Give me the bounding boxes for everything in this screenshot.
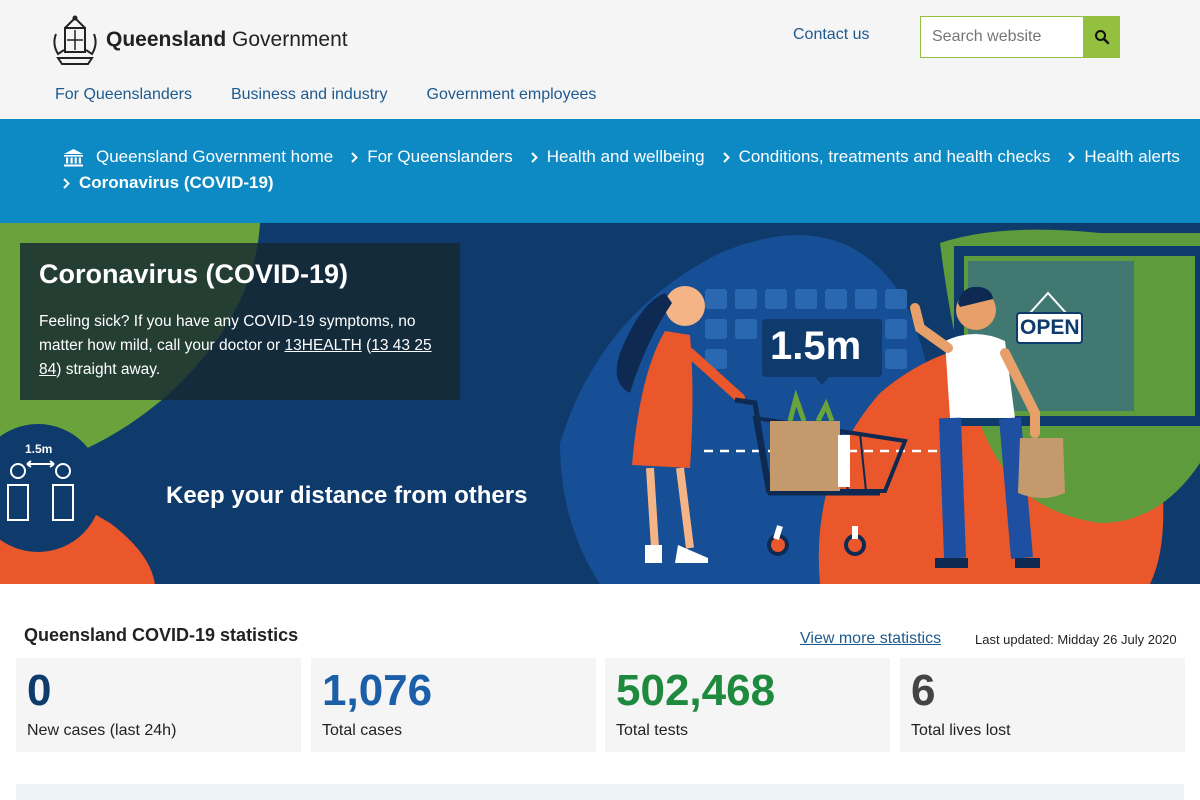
- circle-distance-label: 1.5m: [25, 442, 53, 456]
- chevron-right-icon: [531, 151, 538, 163]
- nav-business-and-industry[interactable]: Business and industry: [231, 86, 388, 104]
- distance-badge-text: 1.5m: [770, 324, 862, 368]
- stats-heading: Queensland COVID-19 statistics: [24, 625, 299, 645]
- qld-gov-logo[interactable]: Queensland Government: [50, 14, 348, 66]
- stat-label: New cases (last 24h): [27, 722, 177, 739]
- site-header: Queensland Government Contact us For Que…: [0, 0, 1200, 119]
- breadcrumb-for-queenslanders[interactable]: For Queenslanders: [333, 147, 513, 167]
- view-more-statistics-link[interactable]: View more statistics: [800, 630, 941, 648]
- breadcrumb-conditions[interactable]: Conditions, treatments and health checks: [705, 147, 1050, 167]
- stat-card-lives-lost: 6 Total lives lost: [900, 658, 1185, 752]
- chevron-right-icon: [1068, 151, 1076, 163]
- stat-card-new-cases: 0 New cases (last 24h): [16, 658, 301, 752]
- next-section-strip: [16, 784, 1184, 800]
- nav-government-employees[interactable]: Government employees: [427, 86, 597, 104]
- hero-slogan: Keep your distance from others: [166, 482, 528, 509]
- breadcrumb-health-alerts[interactable]: Health alerts: [1050, 147, 1180, 167]
- government-building-icon: [64, 148, 83, 166]
- search-button[interactable]: [1083, 16, 1120, 58]
- hero-info-box: Coronavirus (COVID-19) Feeling sick? If …: [20, 243, 460, 400]
- search-form: [920, 16, 1120, 58]
- stat-value: 502,468: [616, 666, 776, 715]
- stat-value: 0: [27, 666, 52, 715]
- contact-us-link[interactable]: Contact us: [793, 26, 869, 44]
- search-icon: [1094, 30, 1109, 45]
- breadcrumb-current: Coronavirus (COVID-19): [63, 173, 274, 193]
- chevron-right-icon: [722, 151, 730, 163]
- main-navigation: For Queenslanders Business and industry …: [55, 86, 635, 104]
- stat-label: Total lives lost: [911, 722, 1011, 739]
- 13health-link[interactable]: 13HEALTH: [285, 337, 362, 354]
- stat-value: 6: [911, 666, 936, 715]
- logo-text: Queensland Government: [106, 28, 348, 51]
- breadcrumb-home[interactable]: Queensland Government home: [63, 147, 333, 167]
- breadcrumb: Queensland Government home For Queenslan…: [0, 119, 1200, 223]
- open-sign-label: OPEN: [1020, 316, 1080, 339]
- hero-description: Feeling sick? If you have any COVID-19 s…: [39, 313, 432, 378]
- stat-card-total-tests: 502,468 Total tests: [605, 658, 890, 752]
- stat-label: Total cases: [322, 722, 403, 739]
- stat-card-total-cases: 1,076 Total cases: [311, 658, 596, 752]
- last-updated-text: Last updated: Midday 26 July 2020: [975, 632, 1177, 647]
- breadcrumb-health-and-wellbeing[interactable]: Health and wellbeing: [513, 147, 705, 167]
- chevron-right-icon: [351, 151, 359, 163]
- nav-for-queenslanders[interactable]: For Queenslanders: [55, 86, 192, 104]
- coat-of-arms-icon: [53, 15, 97, 65]
- stat-label: Total tests: [616, 722, 689, 739]
- chevron-right-icon: [63, 177, 70, 189]
- hero-banner: Coronavirus (COVID-19) Feeling sick? If …: [0, 223, 1200, 584]
- search-input[interactable]: [920, 16, 1083, 58]
- stat-value: 1,076: [322, 666, 433, 715]
- hero-title: Coronavirus (COVID-19): [39, 259, 349, 289]
